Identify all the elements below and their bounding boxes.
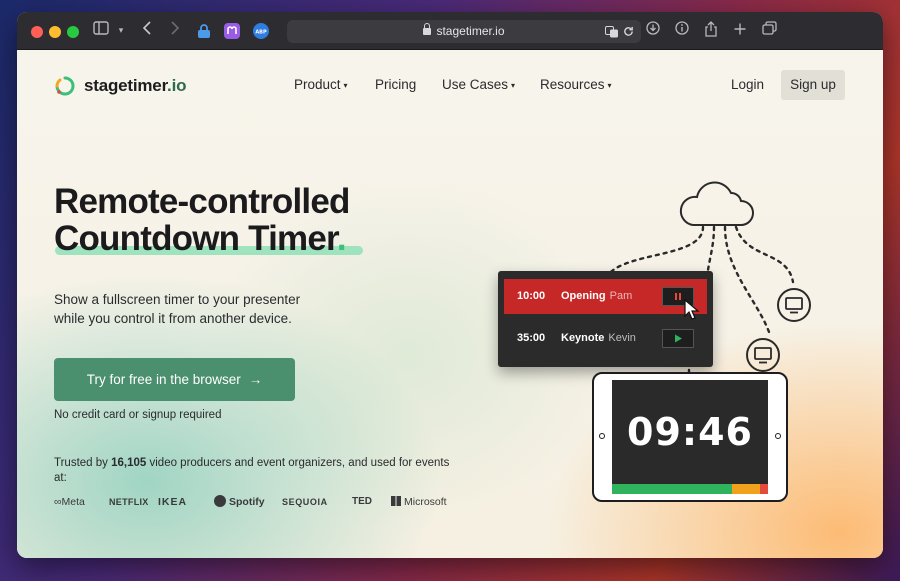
address-bar[interactable]: stagetimer.io (287, 20, 641, 43)
tablet-camera (599, 433, 605, 439)
play-button[interactable] (662, 329, 694, 348)
timer-title-text: Opening (561, 290, 606, 302)
tablet-display: 09:46 (592, 372, 788, 502)
controller-panel: 10:00 Opening Pam 35:00 Keynote Kevin (498, 271, 713, 367)
chevron-down-icon[interactable]: ▾ (111, 21, 131, 41)
reload-icon[interactable] (623, 20, 634, 43)
mastodon-extension-icon[interactable] (224, 23, 240, 39)
new-tab-icon[interactable] (730, 21, 750, 41)
progress-green (612, 484, 732, 494)
timer-row-opening[interactable]: 10:00 Opening Pam (504, 279, 707, 314)
progress-orange (732, 484, 760, 494)
timer-speaker: Kevin (608, 332, 636, 344)
timer-title: Keynote Kevin (561, 332, 636, 344)
forward-icon[interactable] (165, 21, 185, 41)
timer-title-text: Keynote (561, 332, 605, 344)
timer-screen: 09:46 (612, 380, 768, 494)
minimize-window-button[interactable] (49, 26, 61, 38)
timer-row-keynote[interactable]: 35:00 Keynote Kevin (504, 321, 707, 356)
monitor-icon (777, 288, 811, 322)
tab-overview-icon[interactable] (759, 21, 779, 41)
cursor-icon (684, 299, 700, 320)
timer-time: 35:00 (517, 332, 546, 344)
hero-illustration: 10:00 Opening Pam 35:00 Keynote Kevin 09… (17, 50, 883, 558)
play-icon (675, 334, 682, 343)
sidebar-toggle-icon[interactable] (91, 21, 111, 41)
timer-time: 10:00 (517, 290, 546, 302)
zoom-window-button[interactable] (67, 26, 79, 38)
close-window-button[interactable] (31, 26, 43, 38)
url-text: stagetimer.io (436, 24, 505, 38)
back-icon[interactable] (137, 21, 157, 41)
lock-icon (423, 23, 432, 35)
monitor-icon (746, 338, 780, 372)
timer-title: Opening Pam (561, 290, 632, 302)
share-icon[interactable] (701, 21, 721, 41)
browser-toolbar: ▾ ABP stagetimer.io (17, 12, 883, 50)
tablet-button (775, 433, 781, 439)
adblock-extension-icon[interactable]: ABP (253, 23, 269, 39)
translate-icon[interactable] (605, 20, 619, 43)
password-extension-icon[interactable] (196, 23, 212, 39)
browser-window: ▾ ABP stagetimer.io stagetimer.io Produc… (17, 12, 883, 558)
svg-text:ABP: ABP (255, 30, 267, 36)
cloud-icon (679, 181, 754, 226)
downloads-icon[interactable] (643, 21, 663, 41)
countdown-clock: 09:46 (627, 410, 753, 454)
progress-red (760, 484, 768, 494)
info-icon[interactable] (672, 21, 692, 41)
timer-speaker: Pam (609, 290, 633, 302)
web-page: stagetimer.io Product ▾ Pricing Use Cases… (17, 50, 883, 558)
